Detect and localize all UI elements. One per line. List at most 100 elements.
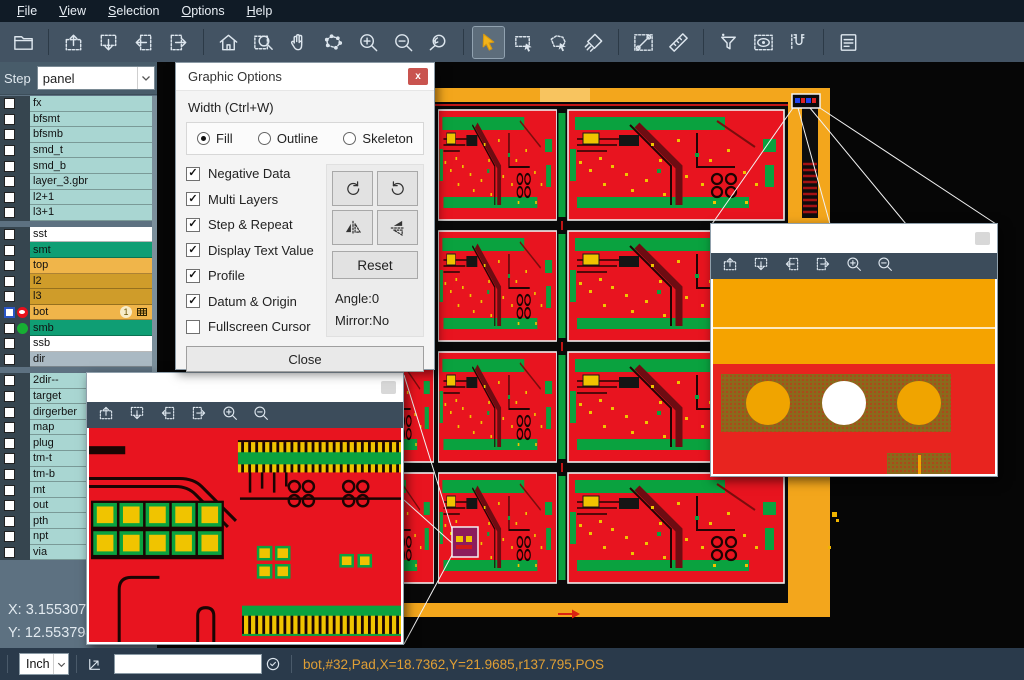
layer-name[interactable]: l2+1 [30,190,152,206]
layer-name[interactable]: layer_3.gbr [30,174,152,190]
layer-row-smd_t[interactable]: smd_t [0,143,152,159]
rotate-ccw-button[interactable] [377,171,418,206]
layer-visibility-checkbox[interactable] [4,161,15,172]
checkbox-box[interactable]: ✓ [186,218,200,232]
toolbar-button-pan-right[interactable] [163,27,194,58]
layer-visibility-checkbox[interactable] [4,307,15,318]
layer-visibility-checkbox[interactable] [4,245,15,256]
checkbox-box[interactable]: ✓ [186,294,200,308]
layer-visibility-checkbox[interactable] [4,531,15,542]
layer-row-dir[interactable]: dir [0,352,152,368]
checkbox-box[interactable]: ✓ [186,167,200,181]
popup-toolbar-button-pan-right[interactable] [814,255,832,278]
popup-toolbar-button-zoom-out[interactable] [876,255,894,278]
layer-visibility-checkbox[interactable] [4,176,15,187]
popup-toolbar-button-pan-up[interactable] [97,404,115,427]
toolbar-button-select-arrow[interactable] [473,27,504,58]
layer-visibility-checkbox[interactable] [4,129,15,140]
checkbox-display-text-value[interactable]: ✓Display Text Value [186,243,322,258]
layer-row-l2[interactable]: l2 [0,274,152,290]
radio-dot[interactable] [197,132,210,145]
layer-row-fx[interactable]: fx [0,96,152,112]
layer-row-l3[interactable]: l3 [0,289,152,305]
layer-name[interactable]: ssb [30,336,152,352]
mirror-vertical-button[interactable] [377,210,418,245]
layer-name[interactable]: l3+1 [30,205,152,221]
toolbar-button-pan-left[interactable] [128,27,159,58]
layer-visibility-checkbox[interactable] [4,407,15,418]
layer-row-smb[interactable]: smb [0,320,152,336]
mirror-horizontal-button[interactable] [332,210,373,245]
layer-visibility-checkbox[interactable] [4,422,15,433]
layer-visibility-checkbox[interactable] [4,500,15,511]
layer-row-bfsmt[interactable]: bfsmt [0,112,152,128]
layer-visibility-checkbox[interactable] [4,291,15,302]
toolbar-button-layers-panel[interactable] [833,27,864,58]
layer-name[interactable]: smt [30,242,152,258]
sync-check-icon[interactable] [262,653,284,675]
popup-toolbar-button-pan-down[interactable] [128,404,146,427]
magnifier-window-left[interactable] [86,372,404,645]
toolbar-button-rect-select[interactable] [508,27,539,58]
layer-visibility-checkbox[interactable] [4,276,15,287]
layer-visibility-checkbox[interactable] [4,485,15,496]
layer-row-smd_b[interactable]: smd_b [0,158,152,174]
radio-fill[interactable]: Fill [197,131,233,146]
checkbox-profile[interactable]: ✓Profile [186,268,322,283]
radio-dot[interactable] [343,132,356,145]
checkbox-datum-origin[interactable]: ✓Datum & Origin [186,294,322,309]
checkbox-multi-layers[interactable]: ✓Multi Layers [186,192,322,207]
layer-name[interactable]: smd_t [30,143,152,159]
datum-corner-icon[interactable] [84,653,106,675]
layer-row-bot[interactable]: bot1 [0,305,152,321]
layer-visibility-checkbox[interactable] [4,354,15,365]
layer-visibility-checkbox[interactable] [4,338,15,349]
popup-toolbar-button-zoom-in[interactable] [221,404,239,427]
toolbar-button-filter-funnel[interactable] [713,27,744,58]
toolbar-button-snap-magnet[interactable] [783,27,814,58]
toolbar-button-home[interactable] [213,27,244,58]
popup-toolbar-button-pan-left[interactable] [159,404,177,427]
layer-visibility-checkbox[interactable] [4,114,15,125]
layer-row-sst[interactable]: sst [0,227,152,243]
menu-item-file[interactable]: File [6,2,48,21]
popup-toolbar-button-pan-down[interactable] [752,255,770,278]
close-icon[interactable]: x [408,68,428,85]
layer-name[interactable]: dir [30,352,152,368]
radio-dot[interactable] [258,132,271,145]
layer-name[interactable]: l3 [30,289,152,305]
toolbar-button-pan-down[interactable] [93,27,124,58]
checkbox-box[interactable] [186,320,200,334]
popup-toolbar-button-pan-up[interactable] [721,255,739,278]
toolbar-button-zoom-out[interactable] [388,27,419,58]
layer-visibility-checkbox[interactable] [4,391,15,402]
unit-select[interactable]: Inch [19,653,69,675]
layer-row-bfsmb[interactable]: bfsmb [0,127,152,143]
layer-visibility-checkbox[interactable] [4,453,15,464]
toolbar-button-pan-up[interactable] [58,27,89,58]
popup-toolbar-button-pan-left[interactable] [783,255,801,278]
layer-visibility-checkbox[interactable] [4,469,15,480]
toolbar-button-clean-brush[interactable] [578,27,609,58]
layer-name[interactable]: smb [30,320,152,336]
layer-visibility-checkbox[interactable] [4,207,15,218]
toolbar-button-measure-distance[interactable] [628,27,659,58]
toolbar-button-poly-select[interactable] [543,27,574,58]
step-select[interactable]: panel [37,66,155,90]
layer-name[interactable]: top [30,258,152,274]
checkbox-box[interactable]: ✓ [186,243,200,257]
layer-name[interactable]: bfsmt [30,112,152,128]
layer-name[interactable]: l2 [30,274,152,290]
menu-item-selection[interactable]: Selection [97,2,170,21]
toolbar-button-ruler[interactable] [663,27,694,58]
layer-name[interactable]: sst [30,227,152,243]
layer-visibility-checkbox[interactable] [4,192,15,203]
menu-item-help[interactable]: Help [236,2,284,21]
layer-name[interactable]: bot1 [30,305,152,321]
layer-visibility-checkbox[interactable] [4,438,15,449]
layer-name[interactable]: fx [30,96,152,112]
layer-visibility-checkbox[interactable] [4,547,15,558]
toolbar-button-zoom-window[interactable] [248,27,279,58]
layer-visibility-checkbox[interactable] [4,260,15,271]
toolbar-button-zoom-previous[interactable] [423,27,454,58]
